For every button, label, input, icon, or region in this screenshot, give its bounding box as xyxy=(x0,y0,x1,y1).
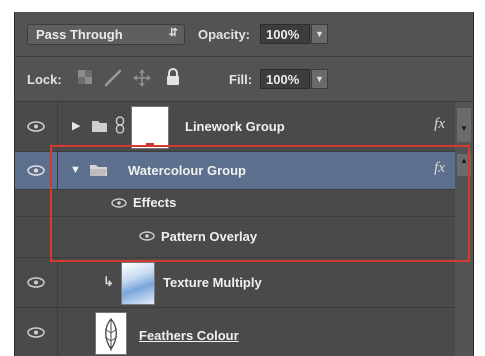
eye-icon xyxy=(27,165,45,176)
clipping-mask-arrow-icon: ↳ xyxy=(103,274,114,289)
eye-icon[interactable] xyxy=(139,231,155,241)
layer-name: Watercolour Group xyxy=(128,163,246,178)
eye-icon xyxy=(27,327,45,338)
eye-icon xyxy=(27,277,45,288)
scrollbar-segment[interactable]: ▼ xyxy=(457,108,471,142)
fill-value: 100% xyxy=(266,72,300,87)
lock-label: Lock: xyxy=(27,72,62,87)
layer-row-texture-multiply[interactable]: ↳ Texture Multiply xyxy=(15,258,455,308)
updown-arrows-icon: ⇵ xyxy=(168,27,178,39)
layer-thumbnail[interactable] xyxy=(95,312,127,355)
visibility-toggle[interactable] xyxy=(15,102,58,151)
layer-thumbnail[interactable] xyxy=(121,262,155,305)
folder-icon xyxy=(92,121,107,132)
scrollbar-segment[interactable]: ▲ xyxy=(457,154,471,176)
layer-row-linework-group[interactable]: ▶ Linework Group fx xyxy=(15,102,455,152)
blend-mode-value: Pass Through xyxy=(36,27,123,42)
eye-column-blank xyxy=(15,217,57,257)
opacity-input[interactable]: 100% xyxy=(260,24,310,44)
layer-row-feathers-colour[interactable]: Feathers Colour xyxy=(15,308,455,356)
fx-icon[interactable]: fx xyxy=(434,160,445,177)
layer-name: Linework Group xyxy=(185,119,285,134)
effects-row[interactable]: Effects xyxy=(15,190,455,217)
blend-mode-select[interactable]: Pass Through ⇵ xyxy=(27,24,185,45)
visibility-toggle[interactable] xyxy=(15,258,58,307)
blend-options-row: Pass Through ⇵ Opacity: 100% ▼ xyxy=(15,12,473,57)
layer-row-watercolour-group[interactable]: ▼ Watercolour Group fx xyxy=(15,152,455,190)
layer-mask-thumbnail[interactable] xyxy=(131,106,169,149)
fill-input[interactable]: 100% xyxy=(260,69,310,89)
fx-icon[interactable]: fx xyxy=(434,116,445,133)
arrow-down-icon: ▼ xyxy=(460,124,468,133)
visibility-toggle[interactable] xyxy=(15,152,58,189)
layers-panel: Pass Through ⇵ Opacity: 100% ▼ Lock: Fil… xyxy=(14,12,474,356)
fill-label: Fill: xyxy=(229,72,253,87)
arrow-up-icon: ▲ xyxy=(460,156,468,165)
eye-icon[interactable] xyxy=(111,198,127,208)
chain-link-icon[interactable] xyxy=(115,116,125,134)
feather-sketch-icon xyxy=(104,318,118,351)
chevron-down-icon: ▼ xyxy=(315,29,324,39)
eye-column-blank xyxy=(15,190,57,216)
visibility-toggle[interactable] xyxy=(15,308,58,356)
open-folder-icon xyxy=(90,165,107,176)
layer-name: Texture Multiply xyxy=(163,275,262,290)
fill-dropdown-button[interactable]: ▼ xyxy=(311,69,328,89)
opacity-value: 100% xyxy=(266,27,300,42)
eye-icon xyxy=(27,121,45,132)
lock-position-move-icon[interactable] xyxy=(133,69,151,87)
effects-label: Effects xyxy=(133,195,177,210)
chevron-down-icon: ▼ xyxy=(315,74,324,84)
layer-name: Feathers Colour xyxy=(139,328,239,343)
effect-name: Pattern Overlay xyxy=(161,229,258,244)
opacity-dropdown-button[interactable]: ▼ xyxy=(311,24,328,44)
layers-scrollbar[interactable]: ▼ ▲ xyxy=(455,102,473,356)
collapse-arrow-icon[interactable]: ▼ xyxy=(70,164,81,176)
effect-row-pattern-overlay[interactable]: Pattern Overlay xyxy=(15,217,455,258)
lock-all-padlock-icon[interactable] xyxy=(166,68,180,86)
lock-fill-row: Lock: Fill: 100% ▼ xyxy=(15,57,473,102)
opacity-label: Opacity: xyxy=(198,27,251,42)
expand-arrow-icon[interactable]: ▶ xyxy=(72,119,80,132)
lock-transparent-pixels-icon[interactable] xyxy=(77,69,93,85)
lock-image-pixels-brush-icon[interactable] xyxy=(104,69,122,87)
